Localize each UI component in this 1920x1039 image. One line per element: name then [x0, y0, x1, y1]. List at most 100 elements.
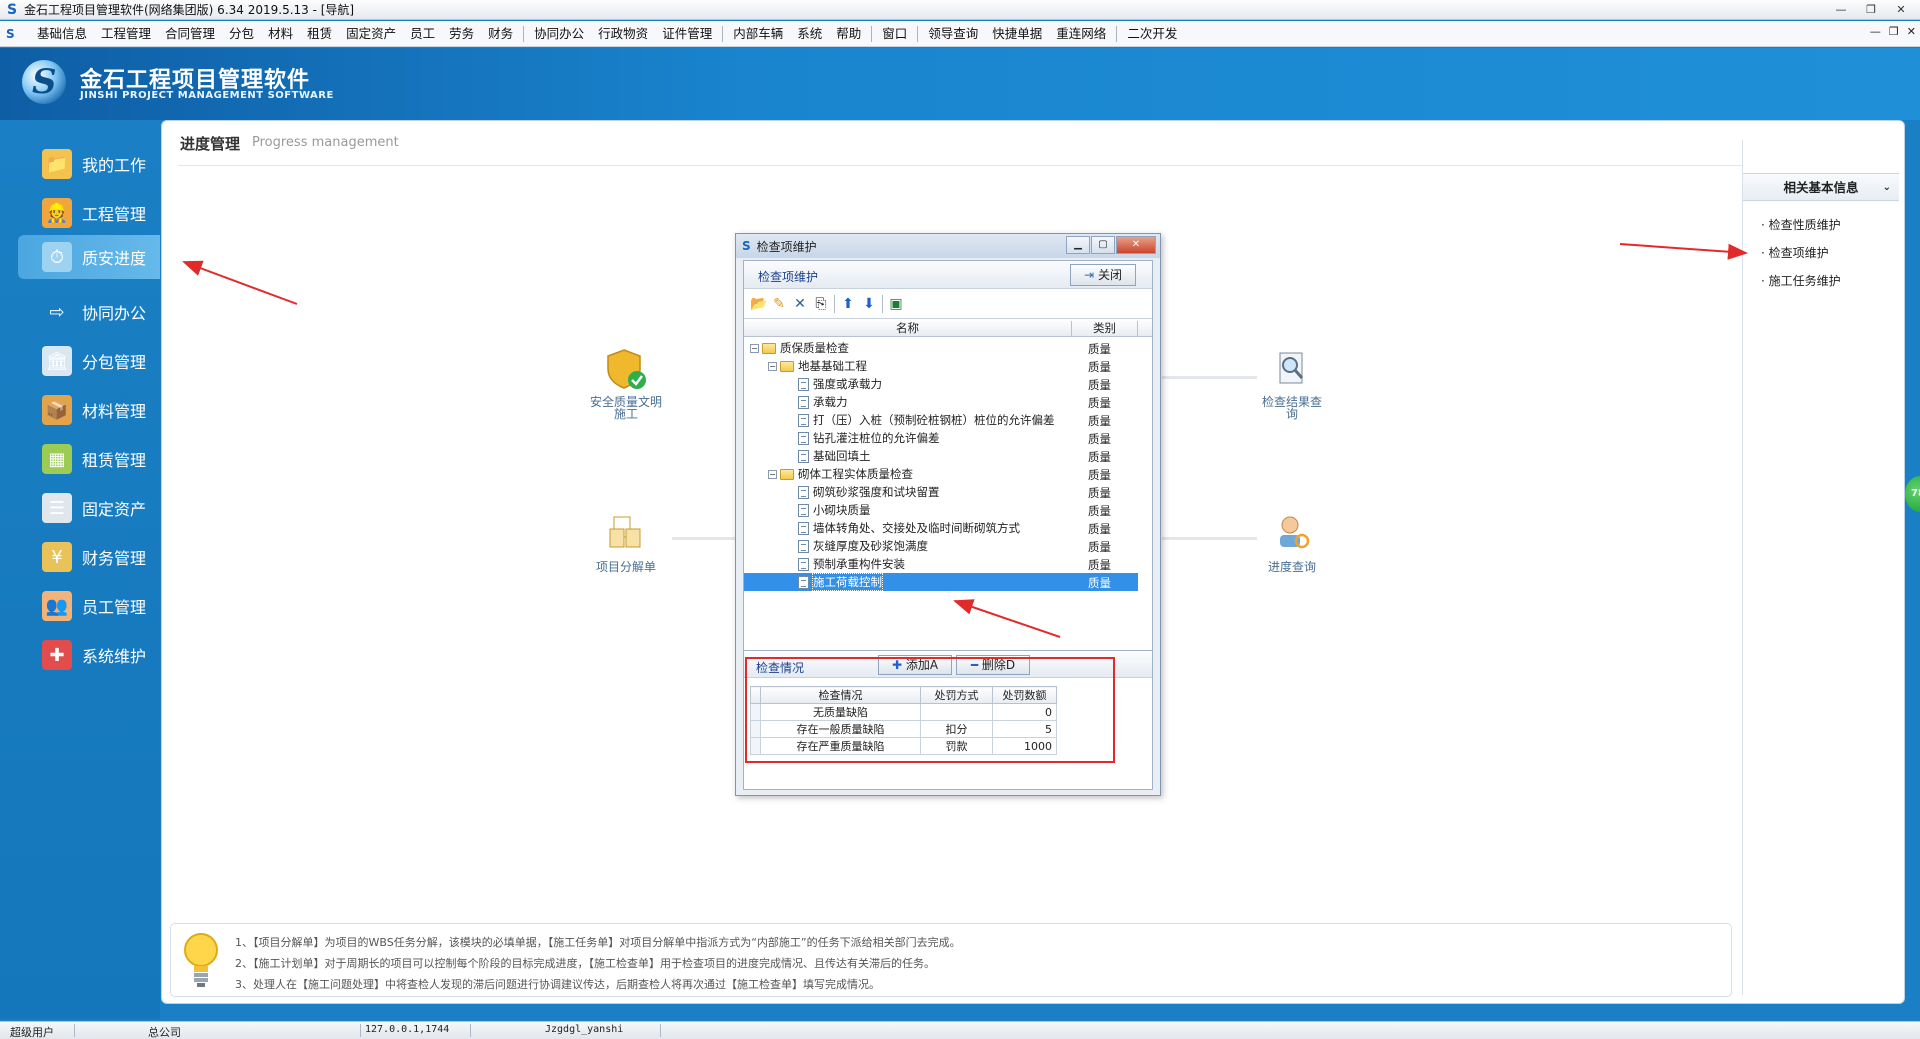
tree-row[interactable]: 打（压）入桩（预制砼桩钢桩）桩位的允许偏差 质量: [744, 411, 1138, 429]
mdi-minimize-button[interactable]: —: [1870, 25, 1881, 38]
tree-row[interactable]: 小砌块质量 质量: [744, 501, 1138, 519]
arrow-up-icon[interactable]: ⬆: [840, 296, 856, 312]
tree-row[interactable]: 承载力 质量: [744, 393, 1138, 411]
menu-basic-info[interactable]: 基础信息: [30, 21, 94, 47]
tree-node[interactable]: 预制承重构件安装: [786, 556, 905, 572]
tree-row[interactable]: 施工荷载控制 质量: [744, 573, 1138, 591]
menu-admin-supplies[interactable]: 行政物资: [591, 21, 655, 47]
menu-office[interactable]: 协同办公: [527, 21, 591, 47]
menu-finance[interactable]: 财务: [481, 21, 520, 47]
nav-label: 工程管理: [82, 205, 147, 224]
menu-secondary-dev[interactable]: 二次开发: [1120, 21, 1184, 47]
menu-separator: [523, 25, 525, 42]
tree-row[interactable]: 灰缝厚度及砂浆饱满度 质量: [744, 537, 1138, 555]
flow-node-safety[interactable]: 安全质量文明施工: [581, 347, 671, 420]
dialog-maximize-button[interactable]: ▢: [1091, 236, 1115, 254]
menu-fixed-assets[interactable]: 固定资产: [339, 21, 403, 47]
open-folder-icon[interactable]: 📂: [750, 296, 767, 312]
link-construction-task[interactable]: · 施工任务维护: [1761, 272, 1841, 289]
menu-contract[interactable]: 合同管理: [158, 21, 222, 47]
collapse-toggle-icon[interactable]: −: [768, 361, 777, 371]
flow-node-check-result[interactable]: 检查结果查询: [1247, 347, 1337, 420]
mdi-restore-button[interactable]: ❐: [1889, 25, 1899, 38]
nav-item-finance[interactable]: ¥ 财务管理: [18, 535, 160, 579]
excel-icon[interactable]: ▣: [888, 296, 904, 312]
tree-row[interactable]: 预制承重构件安装 质量: [744, 555, 1138, 573]
menu-separator: [1116, 25, 1118, 42]
tree-row[interactable]: − 砌体工程实体质量检查 质量: [744, 465, 1138, 483]
tree-node[interactable]: 打（压）入桩（预制砼桩钢桩）桩位的允许偏差: [786, 412, 1055, 428]
tree-node[interactable]: 基础回填土: [786, 448, 871, 464]
status-separator: [74, 1024, 75, 1037]
tree-node[interactable]: 承载力: [786, 394, 848, 410]
tree-row[interactable]: 钻孔灌注桩位的允许偏差 质量: [744, 429, 1138, 447]
tree-node-label: 质保质量检查: [780, 341, 849, 355]
nav-item-office[interactable]: ⇨ 协同办公: [18, 290, 160, 334]
copy-icon[interactable]: ⎘: [813, 296, 829, 312]
tree-node[interactable]: 施工荷载控制: [786, 573, 883, 591]
menu-help[interactable]: 帮助: [829, 21, 868, 47]
menu-leader-query[interactable]: 领导查询: [921, 21, 985, 47]
tree-node[interactable]: 钻孔灌注桩位的允许偏差: [786, 430, 940, 446]
minimize-button[interactable]: —: [1826, 1, 1856, 18]
menu-material[interactable]: 材料: [261, 21, 300, 47]
tree-node[interactable]: − 地基基础工程: [768, 358, 867, 374]
column-header-type[interactable]: 类别: [1072, 321, 1138, 336]
flow-node-wbs[interactable]: 项目分解单: [581, 511, 671, 575]
tree-node[interactable]: 墙体转角处、交接处及临时间断砌筑方式: [786, 520, 1020, 536]
brand-header: 金石工程项目管理软件 JINSHI PROJECT MANAGEMENT SOF…: [0, 48, 1920, 120]
collapse-toggle-icon[interactable]: −: [750, 343, 759, 353]
tree-node[interactable]: 小砌块质量: [786, 502, 871, 518]
link-check-item[interactable]: · 检查项维护: [1761, 244, 1829, 261]
link-check-nature[interactable]: · 检查性质维护: [1761, 216, 1841, 233]
tree-node[interactable]: − 砌体工程实体质量检查: [768, 466, 913, 482]
tree-node[interactable]: 强度或承载力: [786, 376, 882, 392]
tree-row[interactable]: 强度或承载力 质量: [744, 375, 1138, 393]
nav-item-lease[interactable]: ▦ 租赁管理: [18, 437, 160, 481]
menu-certificates[interactable]: 证件管理: [655, 21, 719, 47]
close-button[interactable]: ✕: [1886, 1, 1916, 18]
menu-window[interactable]: 窗口: [875, 21, 914, 47]
menu-quick-docs[interactable]: 快捷单据: [985, 21, 1049, 47]
related-info-header[interactable]: 相关基本信息 ⌄: [1743, 173, 1899, 201]
menu-lease[interactable]: 租赁: [300, 21, 339, 47]
tree-row[interactable]: 墙体转角处、交接处及临时间断砌筑方式 质量: [744, 519, 1138, 537]
menu-subcontract[interactable]: 分包: [222, 21, 261, 47]
tree-node-type: 质量: [1088, 540, 1111, 554]
nav-item-quality-safety[interactable]: ⏱ 质安进度: [18, 235, 160, 279]
menu-labor[interactable]: 劳务: [442, 21, 481, 47]
nav-item-subcontract[interactable]: 🏛 分包管理: [18, 339, 160, 383]
tree-node[interactable]: 砌筑砂浆强度和试块留置: [786, 484, 940, 500]
tree-node[interactable]: − 质保质量检查: [750, 340, 849, 356]
maximize-button[interactable]: ❐: [1856, 1, 1886, 18]
mdi-close-button[interactable]: ✕: [1907, 25, 1916, 38]
chevron-down-icon: ⌄: [1882, 182, 1891, 193]
nav-item-material[interactable]: 📦 材料管理: [18, 388, 160, 432]
menu-reconnect[interactable]: 重连网络: [1049, 21, 1113, 47]
column-header-name[interactable]: 名称: [744, 321, 1072, 336]
window-titlebar: S 金石工程项目管理软件(网络集团版) 6.34 2019.5.13 - [导航…: [0, 0, 1920, 20]
arrow-down-icon[interactable]: ⬇: [861, 296, 877, 312]
nav-item-project[interactable]: 👷 工程管理: [18, 191, 160, 235]
tree-row[interactable]: − 地基基础工程 质量: [744, 357, 1138, 375]
menu-system[interactable]: 系统: [790, 21, 829, 47]
collapse-toggle-icon[interactable]: −: [768, 469, 777, 479]
edit-icon[interactable]: ✎: [771, 296, 787, 312]
menu-staff[interactable]: 员工: [403, 21, 442, 47]
delete-icon[interactable]: ✕: [792, 296, 808, 312]
menu-project[interactable]: 工程管理: [94, 21, 158, 47]
nav-item-staff[interactable]: 👥 员工管理: [18, 584, 160, 628]
dialog-minimize-button[interactable]: ▁: [1066, 236, 1090, 254]
nav-item-fixed-assets[interactable]: ☰ 固定资产: [18, 486, 160, 530]
tree-row[interactable]: − 质保质量检查 质量: [744, 339, 1138, 357]
nav-item-system[interactable]: ✚ 系统维护: [18, 633, 160, 677]
nav-item-my-work[interactable]: 📁 我的工作: [18, 142, 160, 186]
close-button[interactable]: ⇥ 关闭: [1070, 264, 1136, 286]
dialog-close-x-button[interactable]: ✕: [1116, 236, 1156, 254]
menu-vehicles[interactable]: 内部车辆: [726, 21, 790, 47]
tree-node[interactable]: 灰缝厚度及砂浆饱满度: [786, 538, 928, 554]
flow-node-progress-query[interactable]: 进度查询: [1247, 511, 1337, 575]
tree-row[interactable]: 基础回填土 质量: [744, 447, 1138, 465]
tree-row[interactable]: 砌筑砂浆强度和试块留置 质量: [744, 483, 1138, 501]
floating-status-badge[interactable]: 78: [1905, 476, 1920, 512]
